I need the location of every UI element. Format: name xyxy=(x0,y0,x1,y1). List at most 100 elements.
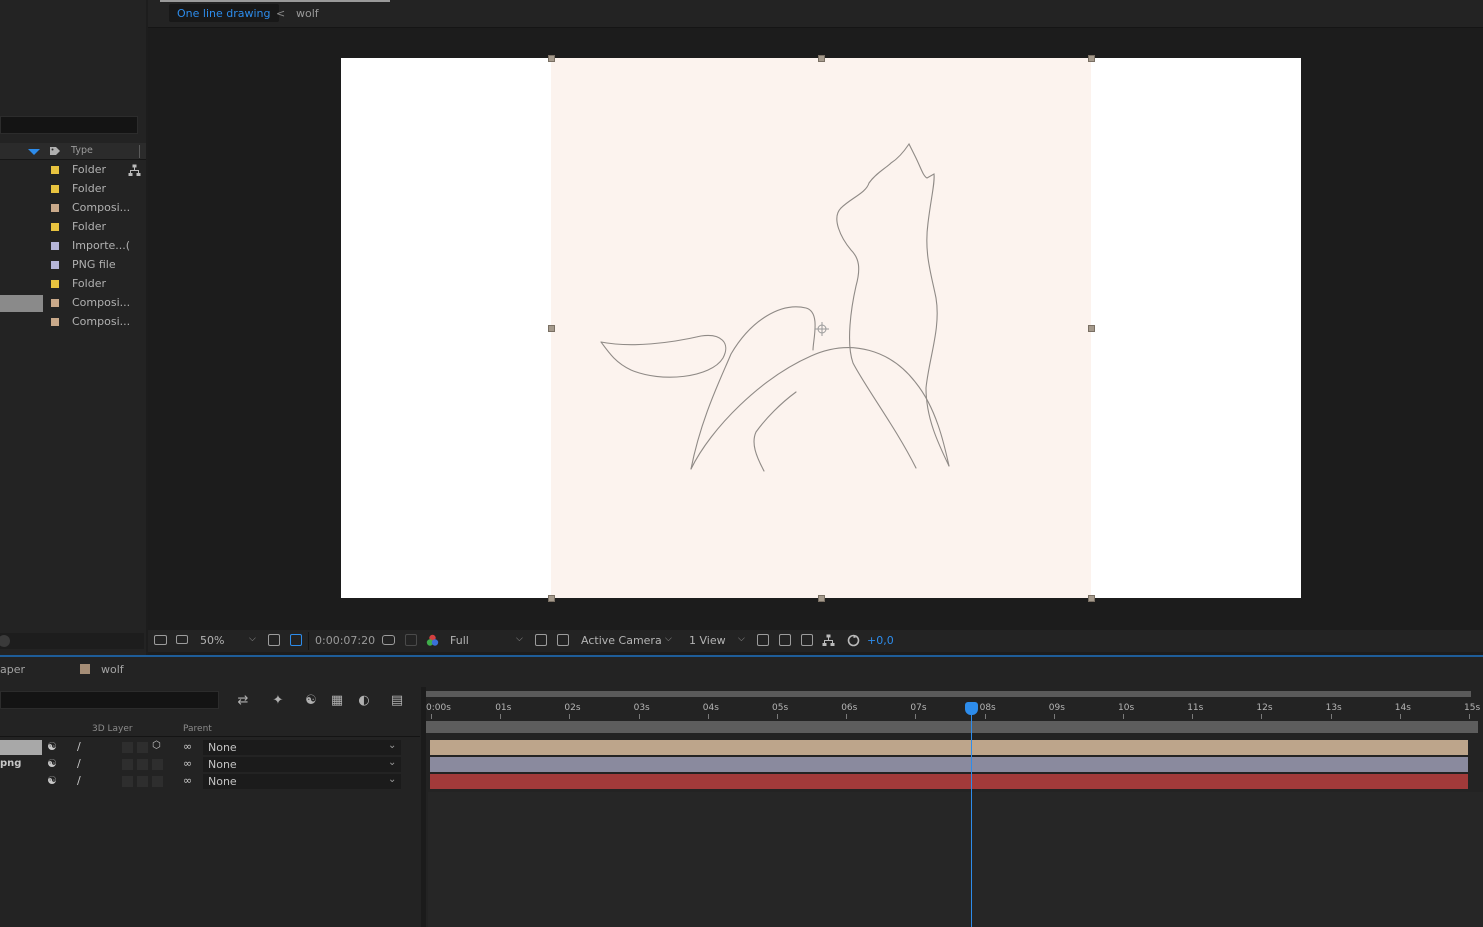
current-time-display[interactable]: 0:00:07:20 xyxy=(315,634,375,647)
project-search-input[interactable] xyxy=(0,116,138,134)
zoom-select[interactable]: 50% xyxy=(200,634,224,647)
transform-handle-tl[interactable] xyxy=(548,55,555,62)
toggle-pixel-aspect-icon[interactable] xyxy=(757,634,769,646)
breadcrumb-one-line-drawing[interactable]: One line drawing xyxy=(169,4,279,22)
shy-layers-icon[interactable]: ☯ xyxy=(303,693,319,709)
color-channels-icon[interactable] xyxy=(426,634,439,647)
monitor-icon[interactable] xyxy=(176,635,188,644)
time-navigator[interactable] xyxy=(426,721,1478,733)
region-of-interest-icon[interactable] xyxy=(535,634,547,646)
current-time-indicator-head[interactable] xyxy=(964,702,978,715)
label-color-swatch[interactable] xyxy=(51,242,59,250)
label-color-swatch[interactable] xyxy=(51,223,59,231)
show-snapshot-icon[interactable] xyxy=(405,634,417,646)
frame-blending-icon[interactable]: ▦ xyxy=(329,693,345,709)
layer-duration-bar[interactable] xyxy=(430,740,1468,755)
always-preview-icon[interactable] xyxy=(154,635,167,645)
flowchart-icon[interactable] xyxy=(822,634,835,647)
shy-switch-icon[interactable]: ☯ xyxy=(47,774,57,787)
layer-search-input[interactable] xyxy=(0,691,219,709)
pick-whip-icon[interactable]: ∞ xyxy=(183,757,192,770)
layer-row[interactable]: ☯ ∕ ⬡ ∞ None ⌄ xyxy=(0,739,420,756)
scroll-knob[interactable] xyxy=(0,635,10,647)
effects-switch[interactable] xyxy=(122,742,133,753)
effects-switch[interactable] xyxy=(122,776,133,787)
label-color-swatch[interactable] xyxy=(51,299,59,307)
timeline-tab-wolf[interactable]: wolf xyxy=(101,663,124,676)
breadcrumb-wolf[interactable]: wolf xyxy=(296,7,319,20)
layer-duration-bar[interactable] xyxy=(430,757,1468,772)
label-color-swatch[interactable] xyxy=(51,280,59,288)
time-ruler[interactable]: 0:00s 01s 02s 03s 04s 05s 06s 07s 08s 09s 10s 11s 12… xyxy=(426,691,1480,721)
breadcrumb-arrow-icon[interactable]: < xyxy=(276,7,285,20)
project-item[interactable]: Composi... xyxy=(0,294,146,313)
transform-handle-bc[interactable] xyxy=(818,595,825,602)
sort-arrow-icon[interactable] xyxy=(28,149,40,155)
chevron-down-icon[interactable]: ⌵ xyxy=(665,634,672,644)
type-column-label[interactable]: Type xyxy=(71,145,93,156)
camera-select[interactable]: Active Camera xyxy=(581,634,662,647)
view-layout-select[interactable]: 1 View xyxy=(689,634,726,647)
camera-snapshot-icon[interactable] xyxy=(382,635,395,645)
chevron-down-icon[interactable]: ⌄ xyxy=(388,740,396,751)
project-item[interactable]: Composi... xyxy=(0,199,146,218)
chevron-down-icon[interactable]: ⌵ xyxy=(738,634,745,644)
chevron-down-icon[interactable]: ⌄ xyxy=(388,774,396,785)
project-item[interactable]: Folder xyxy=(0,275,146,294)
label-tag-icon[interactable] xyxy=(49,146,61,156)
3d-layer-column-label[interactable]: 3D Layer xyxy=(92,724,133,734)
motion-blur-switch[interactable] xyxy=(137,776,148,787)
chevron-down-icon[interactable]: ⌵ xyxy=(249,634,256,644)
effects-switch[interactable] xyxy=(122,759,133,770)
3d-layer-cube-icon[interactable]: ⬡ xyxy=(152,740,161,751)
layer-row[interactable]: png ☯ ∕ ∞ None ⌄ xyxy=(0,756,420,773)
pick-whip-icon[interactable]: ∞ xyxy=(183,740,192,753)
anchor-point-icon[interactable] xyxy=(815,322,829,336)
transform-handle-bl[interactable] xyxy=(548,595,555,602)
layer-name-cell[interactable] xyxy=(0,740,42,755)
resolution-select[interactable]: Full xyxy=(450,634,469,647)
project-item[interactable]: PNG file xyxy=(0,256,146,275)
transparency-grid-icon[interactable] xyxy=(557,634,569,646)
label-color-swatch[interactable] xyxy=(51,166,59,174)
parent-column-label[interactable]: Parent xyxy=(183,724,212,734)
draft-3d-icon[interactable]: ✦ xyxy=(270,693,286,709)
paper-layer[interactable] xyxy=(551,58,1091,598)
motion-blur-icon[interactable]: ◐ xyxy=(356,693,372,709)
timeline-tab-paper[interactable]: aper xyxy=(0,663,25,676)
3d-layer-switch[interactable] xyxy=(152,759,163,770)
project-item[interactable]: Composi... xyxy=(0,313,146,332)
chevron-down-icon[interactable]: ⌄ xyxy=(388,757,396,768)
label-color-swatch[interactable] xyxy=(51,318,59,326)
label-color-swatch[interactable] xyxy=(51,185,59,193)
graph-editor-icon[interactable]: ▤ xyxy=(389,693,405,709)
mask-visibility-icon[interactable] xyxy=(290,634,302,646)
quality-switch-icon[interactable]: ∕ xyxy=(77,774,81,787)
exposure-value[interactable]: +0,0 xyxy=(867,634,894,647)
transform-handle-mr[interactable] xyxy=(1088,325,1095,332)
chevron-down-icon[interactable]: ⌵ xyxy=(516,634,523,644)
fast-previews-icon[interactable] xyxy=(779,634,791,646)
transform-handle-br[interactable] xyxy=(1088,595,1095,602)
fit-frame-icon[interactable] xyxy=(268,634,280,646)
work-area-bar[interactable] xyxy=(426,691,1471,697)
quality-switch-icon[interactable]: ∕ xyxy=(77,740,81,753)
transform-handle-tr[interactable] xyxy=(1088,55,1095,62)
project-item[interactable]: Folder xyxy=(0,180,146,199)
quality-switch-icon[interactable]: ∕ xyxy=(77,757,81,770)
motion-blur-switch[interactable] xyxy=(137,742,148,753)
layer-row[interactable]: ☯ ∕ ∞ None ⌄ xyxy=(0,773,420,790)
layer-duration-bar[interactable] xyxy=(430,774,1468,789)
pick-whip-icon[interactable]: ∞ xyxy=(183,774,192,787)
label-color-swatch[interactable] xyxy=(51,261,59,269)
composition-mini-flowchart-icon[interactable]: ⇄ xyxy=(235,693,251,709)
transform-handle-ml[interactable] xyxy=(548,325,555,332)
project-item[interactable]: Folder xyxy=(0,161,146,180)
timeline-icon[interactable] xyxy=(801,634,813,646)
transform-handle-tc[interactable] xyxy=(818,55,825,62)
project-item[interactable]: Folder xyxy=(0,218,146,237)
project-scrollbar[interactable] xyxy=(0,633,144,649)
label-color-swatch[interactable] xyxy=(51,204,59,212)
reset-exposure-icon[interactable] xyxy=(847,634,860,647)
shy-switch-icon[interactable]: ☯ xyxy=(47,740,57,753)
